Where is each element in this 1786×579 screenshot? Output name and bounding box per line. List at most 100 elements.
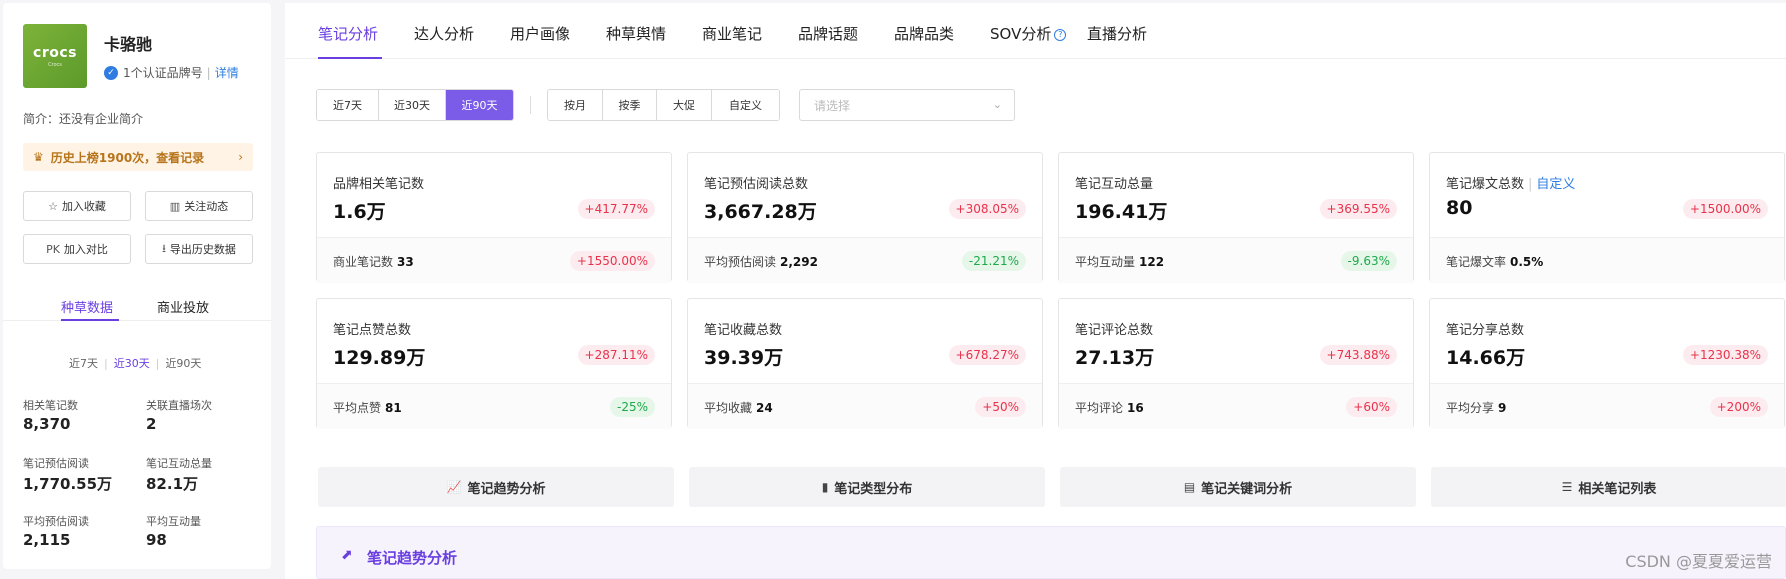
card-title: 笔记预估阅读总数 [704,177,809,192]
card-value: 80 [1446,197,1473,219]
tab-user-profile[interactable]: 用户画像 [510,23,570,44]
separator: | [155,356,160,370]
metric-card: 笔记评论总数 27.13万 +743.88% 平均评论 16 +60% [1058,298,1414,429]
sub-value: 81 [385,401,402,415]
trend-section-header: ⬈ 笔记趋势分析 [316,526,1786,579]
option-select[interactable]: 请选择 ⌄ [799,89,1015,121]
change-badge: +678.27% [948,345,1026,365]
card-value: 1.6万 [333,201,386,223]
card-sub: 平均点赞 81 [333,399,402,416]
tab-commercial[interactable]: 商业投放 [157,297,209,316]
filter-90d[interactable]: 近90天 [446,90,513,120]
tab-sentiment[interactable]: 种草舆情 [606,23,666,44]
sub-value: 33 [397,255,414,269]
follow-button[interactable]: ▥ 关注动态 [145,191,253,221]
range-90d[interactable]: 近90天 [165,355,201,371]
range-7d[interactable]: 近7天 [69,355,98,371]
section-list-button[interactable]: ☰ 相关笔记列表 [1431,467,1786,507]
metric-card: 笔记点赞总数 129.89万 +287.11% 平均点赞 81 -25% [316,298,672,429]
history-banner[interactable]: ♛ 历史上榜1900次，查看记录 › [23,143,253,171]
change-badge: +743.88% [1319,345,1397,365]
section-type-button[interactable]: ▮ 笔记类型分布 [689,467,1045,507]
verified-text: 1个认证品牌号 [123,66,203,80]
card-title: 品牌相关笔记数 [333,177,425,192]
sub-value: 2,292 [780,255,818,269]
card-value: 39.39万 [704,347,784,369]
card-title: 笔记爆文总数 | 自定义 [1446,173,1575,192]
sub-change-badge: -9.63% [1340,251,1397,271]
customize-link[interactable]: 自定义 [1536,177,1575,192]
metric-card: 笔记预估阅读总数 3,667.28万 +308.05% 平均预估阅读 2,292 … [687,152,1043,283]
filter-promo[interactable]: 大促 [657,90,712,120]
sub-change-badge: +200% [1709,397,1768,417]
stat-label: 相关笔记数 [23,399,78,412]
sub-change-badge: -25% [609,397,655,417]
change-badge: +1500.00% [1682,199,1768,219]
metric-card: 笔记分享总数 14.66万 +1230.38% 平均分享 9 +200% [1429,298,1785,429]
filter-7d[interactable]: 近7天 [317,90,379,120]
verified-check-icon: ✓ [104,65,118,80]
trend-chart-icon: ⬈ [341,547,353,563]
sub-change-badge: +60% [1346,397,1397,417]
change-badge: +308.05% [948,199,1026,219]
filter-custom[interactable]: 自定义 [712,90,779,120]
card-title: 笔记评论总数 [1075,323,1154,338]
history-text: 历史上榜1900次，查看记录 [50,150,205,165]
metric-card: 笔记互动总量 196.41万 +369.55% 平均互动量 122 -9.63% [1058,152,1414,283]
tab-live-analysis[interactable]: 直播分析 [1087,23,1147,44]
section-trend-button[interactable]: 📈 笔记趋势分析 [318,467,674,507]
stat-value: 2,115 [23,531,71,549]
help-icon[interactable]: ? [1054,28,1067,41]
tab-commercial-notes[interactable]: 商业笔记 [702,23,762,44]
export-label: 导出历史数据 [169,243,236,256]
pk-icon: PK [46,242,60,256]
tab-brand-category[interactable]: 品牌品类 [894,23,954,44]
sub-value: 122 [1139,255,1165,269]
favorite-button[interactable]: ☆ 加入收藏 [23,191,131,221]
active-tab-underline [61,319,119,321]
tab-note-analysis[interactable]: 笔记分析 [318,23,378,44]
section-keyword-button[interactable]: ▤ 笔记关键词分析 [1060,467,1416,507]
sub-value: 0.5% [1510,255,1544,269]
sub-label: 平均分享 [1446,401,1495,415]
card-title: 笔记分享总数 [1446,323,1525,338]
tab-brand-topics[interactable]: 品牌话题 [798,23,858,44]
change-badge: +417.77% [577,199,655,219]
filter-quarter[interactable]: 按季 [603,90,657,120]
export-button[interactable]: ⭳ 导出历史数据 [145,234,253,264]
top-nav: 笔记分析 达人分析 用户画像 种草舆情 商业笔记 品牌话题 品牌品类 SOV分析… [285,3,1786,59]
tab-seeding-data[interactable]: 种草数据 [61,297,113,316]
sub-label: 笔记爆文率 [1446,255,1507,269]
filter-30d[interactable]: 近30天 [379,90,446,120]
trend-section-title: 笔记趋势分析 [367,549,458,567]
tab-kol-analysis[interactable]: 达人分析 [414,23,474,44]
stat-label: 笔记互动总量 [146,457,212,470]
sub-label: 平均预估阅读 [704,255,777,269]
sub-label: 平均互动量 [1075,255,1136,269]
filter-month[interactable]: 按月 [548,90,603,120]
sov-label: SOV分析 [990,25,1052,43]
compare-button[interactable]: PK 加入对比 [23,234,131,264]
change-badge: +369.55% [1319,199,1397,219]
comment-icon: ▤ [1183,480,1196,494]
sub-value: 24 [756,401,773,415]
stat-label: 平均互动量 [146,515,201,528]
active-tab-underline [318,57,382,59]
sidebar-tabs: 种草数据 商业投放 [3,281,271,321]
sub-change-badge: +1550.00% [569,251,655,271]
metric-card: 品牌相关笔记数 1.6万 +417.77% 商业笔记数 33 +1550.00% [316,152,672,283]
list-icon: ☰ [1561,480,1573,494]
card-sub: 平均评论 16 [1075,399,1144,416]
stat-value: 1,770.55万 [23,475,113,493]
brand-logo: crocs Crocs [23,24,87,88]
period-segment: 按月 按季 大促 自定义 [547,89,780,121]
chevron-right-icon: › [238,150,243,164]
brand-verify-row: ✓ 1个认证品牌号 | 详情 [104,64,239,81]
card-value: 196.41万 [1075,201,1168,223]
card-value: 129.89万 [333,347,426,369]
detail-link[interactable]: 详情 [215,64,239,81]
separator: | [1528,177,1533,192]
range-30d[interactable]: 近30天 [114,355,150,371]
tab-sov-analysis[interactable]: SOV分析? [990,23,1067,44]
section-label: 笔记关键词分析 [1201,481,1293,497]
